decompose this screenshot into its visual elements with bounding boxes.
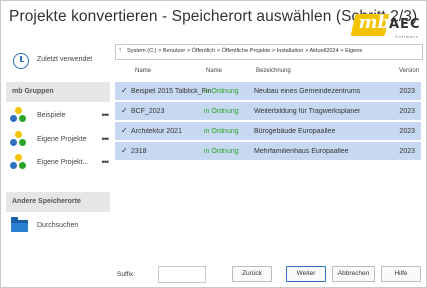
sidebar-item-beispiele[interactable]: Beispiele ••• <box>6 105 110 127</box>
sidebar-item-label: Eigene Projekt... <box>37 159 89 166</box>
sidebar: Zuletzt verwendet mb Gruppen Beispiele •… <box>6 45 110 277</box>
table-row[interactable]: ✓ BCF_2023 in Ordnung Weiterbildung für … <box>115 102 421 120</box>
cell-status: in Ordnung <box>204 88 239 95</box>
group-icon <box>10 154 27 171</box>
folder-icon <box>11 217 28 232</box>
cell-status: in Ordnung <box>204 128 239 135</box>
cell-version: 2023 <box>399 148 415 155</box>
suffix-input[interactable] <box>158 266 206 283</box>
section-header-other: Andere Speicherorte <box>6 192 110 212</box>
cancel-button[interactable]: Abbrechen <box>332 266 375 282</box>
column-header-description[interactable]: Bezeichnung <box>256 68 291 74</box>
help-button[interactable]: Hilfe <box>381 266 421 282</box>
logo-aec-text: AEC <box>389 17 421 32</box>
checkmark-icon[interactable]: ✓ <box>121 86 128 95</box>
mbaec-logo: mb AEC Software <box>350 12 421 39</box>
cell-version: 2023 <box>399 88 415 95</box>
section-header-groups: mb Gruppen <box>6 82 110 102</box>
table-row[interactable]: ✓ Beispiel 2015 Talblick_Fin in Ordnung … <box>115 82 421 100</box>
sidebar-item-label: Zuletzt verwendet <box>37 56 93 63</box>
logo-tagline: Software <box>395 34 419 39</box>
breadcrumb[interactable]: ↑ System (C:) > Benutzer > Öffentlich > … <box>115 44 423 60</box>
cell-description: Mehrfamilienhaus Europaallee <box>254 148 349 155</box>
table-row[interactable]: ✓ Architektur 2021 in Ordnung Bürogebäud… <box>115 122 421 140</box>
sidebar-item-eigene-projekt[interactable]: Eigene Projekt... ••• <box>6 152 110 174</box>
checkmark-icon[interactable]: ✓ <box>121 146 128 155</box>
logo-mb-text: mb <box>358 12 391 33</box>
sidebar-item-eigene-projekte[interactable]: Eigene Projekte ••• <box>6 129 110 151</box>
checkmark-icon[interactable]: ✓ <box>121 126 128 135</box>
table-row[interactable]: ✓ 2318 in Ordnung Mehrfamilienhaus Europ… <box>115 142 421 160</box>
more-options-icon[interactable]: ••• <box>102 110 110 120</box>
checkmark-icon[interactable]: ✓ <box>121 106 128 115</box>
more-options-icon[interactable]: ••• <box>102 134 110 144</box>
dialog-window: Projekte konvertieren - Speicherort ausw… <box>0 0 427 288</box>
column-header-version[interactable]: Version <box>399 68 419 74</box>
sidebar-item-label: Eigene Projekte <box>37 136 87 143</box>
sidebar-item-recent[interactable]: Zuletzt verwendet <box>6 45 110 79</box>
group-icon <box>10 131 27 148</box>
sidebar-item-label: Beispiele <box>37 112 66 119</box>
cell-status: in Ordnung <box>204 148 239 155</box>
cell-description: Weiterbildung für Tragwerksplaner <box>254 108 361 115</box>
suffix-label: Suffix: <box>117 271 135 278</box>
next-button[interactable]: Weiter <box>286 266 326 282</box>
table-header: Name Name Bezeichnung Version <box>115 63 421 81</box>
cell-status: in Ordnung <box>204 108 239 115</box>
column-header-name-2[interactable]: Name <box>206 68 222 74</box>
clock-icon <box>13 53 29 69</box>
sidebar-item-label: Durchsuchen <box>37 222 79 229</box>
section-header-label: Andere Speicherorte <box>12 198 81 205</box>
column-header-name[interactable]: Name <box>135 68 151 74</box>
group-icon <box>10 107 27 124</box>
more-options-icon[interactable]: ••• <box>102 157 110 167</box>
breadcrumb-path: System (C:) > Benutzer > Öffentlich > Öf… <box>127 48 363 54</box>
back-button[interactable]: Zurück <box>232 266 272 282</box>
section-header-label: mb Gruppen <box>12 88 54 95</box>
cell-description: Neubau eines Gemeindezentrums <box>254 88 361 95</box>
up-arrow-icon[interactable]: ↑ <box>118 45 122 54</box>
cell-version: 2023 <box>399 108 415 115</box>
sidebar-item-browse[interactable]: Durchsuchen <box>6 215 110 237</box>
cell-version: 2023 <box>399 128 415 135</box>
cell-description: Bürogebäude Europaallee <box>254 128 336 135</box>
